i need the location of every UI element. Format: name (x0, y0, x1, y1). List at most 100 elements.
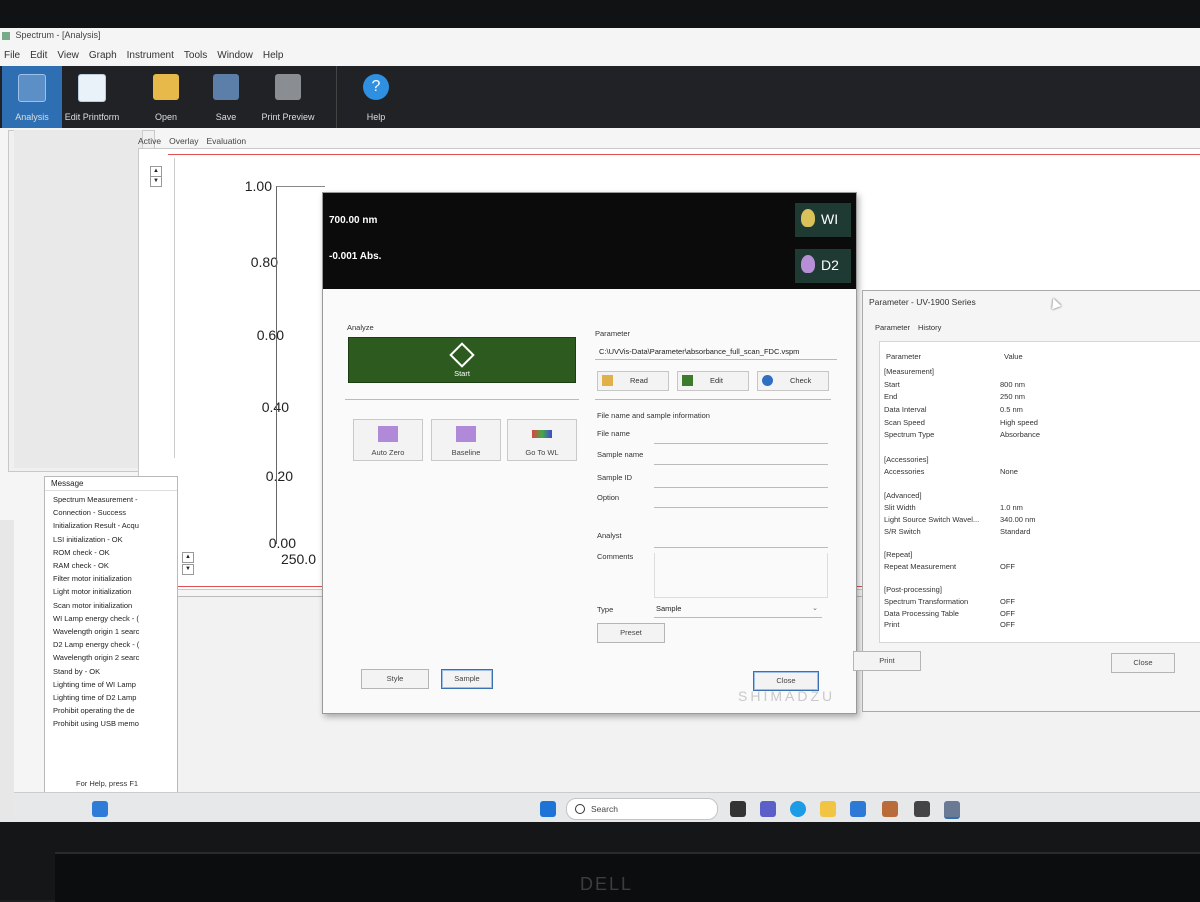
measurement-readout: 700.00 nm -0.001 Abs. WI D2 (323, 193, 856, 289)
print-button[interactable]: Print (853, 651, 921, 671)
analyst-field[interactable] (654, 531, 828, 548)
go-to-wl-button[interactable]: Go To WL (507, 419, 577, 461)
file-name-field[interactable] (654, 427, 828, 444)
printer-icon (275, 74, 301, 100)
app-icon[interactable] (882, 801, 898, 817)
row-key: S/R Switch (884, 527, 921, 536)
divider (345, 399, 579, 400)
x-scroll-down-button[interactable]: ▼ (182, 564, 194, 575)
d2-lamp-indicator[interactable]: D2 (795, 249, 851, 283)
row-value: 0.5 nm (1000, 405, 1023, 414)
parameter-close-button[interactable]: Close (1111, 653, 1175, 673)
edge-icon[interactable] (790, 801, 806, 817)
check-button[interactable]: Check (757, 371, 829, 391)
auto-zero-label: Auto Zero (371, 448, 405, 457)
analyze-section-label: Analyze (347, 323, 374, 332)
row-value: OFF (1000, 620, 1015, 629)
scroll-down-button[interactable]: ▼ (150, 176, 162, 187)
file-explorer-icon[interactable] (820, 801, 836, 817)
message-item: Spectrum Measurement - (53, 495, 138, 504)
parameter-path: C:\UVVis-Data\Parameter\absorbance_full_… (595, 345, 837, 360)
type-select[interactable]: Sample ⌄ (654, 601, 822, 618)
sample-button[interactable]: Sample (441, 669, 493, 689)
wi-lamp-indicator[interactable]: WI (795, 203, 851, 237)
menu-file[interactable]: File (4, 50, 20, 64)
spectrum-app-icon[interactable] (944, 801, 960, 819)
style-button[interactable]: Style (361, 669, 429, 689)
row-value: OFF (1000, 597, 1015, 606)
start-label: Start (454, 369, 470, 378)
menu-tools[interactable]: Tools (184, 50, 207, 64)
row-key: Accessories (884, 467, 925, 476)
taskbar-search[interactable]: Search (566, 798, 718, 820)
open-button[interactable]: Open (138, 66, 194, 128)
parameter-dialog-title: Parameter - UV-1900 Series (869, 297, 976, 307)
x-scroll-up-button[interactable]: ▲ (182, 552, 194, 563)
tab-history[interactable]: History (918, 323, 941, 332)
analysis-button[interactable]: Analysis (2, 66, 62, 128)
toolbar-divider (336, 66, 337, 128)
row-value: Absorbance (1000, 430, 1041, 439)
menu-view[interactable]: View (57, 50, 79, 64)
message-item: Prohibit operating the de (53, 706, 135, 716)
table-row: Spectrum Type Absorbance (880, 430, 1200, 442)
start-button[interactable]: Start (348, 337, 576, 383)
table-row: End 250 nm (880, 392, 1200, 404)
row-value: 1.0 nm (1000, 503, 1023, 512)
comments-field[interactable] (654, 553, 828, 598)
preset-button[interactable]: Preset (597, 623, 665, 643)
edit-button[interactable]: Edit (677, 371, 749, 391)
save-button[interactable]: Save (198, 66, 254, 128)
row-key: Slit Width (884, 503, 916, 512)
tab-active[interactable]: Active (138, 136, 161, 146)
spectrum-icon (532, 430, 552, 438)
screen: Spectrum - [Analysis] File Edit View Gra… (0, 28, 1200, 824)
windows-start-icon[interactable] (540, 801, 556, 817)
x-tick-label: 250.0 (280, 551, 316, 567)
row-value: Standard (1000, 527, 1031, 536)
tab-overlay[interactable]: Overlay (169, 136, 198, 146)
message-item: Initialization Result - Acqu (53, 521, 139, 531)
wavelength-value: 700.00 nm (329, 215, 378, 226)
type-select-value: Sample (656, 604, 682, 613)
table-row: S/R Switch Standard (880, 527, 1200, 539)
menu-bar: File Edit View Graph Instrument Tools Wi… (0, 50, 1200, 64)
sample-id-label: Sample ID (597, 473, 633, 482)
edit-printform-button[interactable]: Edit Printform (62, 66, 122, 128)
mail-icon[interactable] (850, 801, 866, 817)
table-row: [Measurement] (880, 367, 1200, 379)
tab-parameter[interactable]: Parameter (875, 323, 910, 332)
parameter-table: Parameter Value [Measurement] Start 800 n… (879, 341, 1200, 643)
snipping-tool-icon[interactable] (914, 801, 930, 817)
task-view-icon[interactable] (730, 801, 746, 817)
d2-lamp-label: D2 (821, 257, 839, 273)
print-preview-button[interactable]: Print Preview (256, 66, 320, 128)
tab-evaluation[interactable]: Evaluation (206, 136, 246, 146)
menu-graph[interactable]: Graph (89, 50, 117, 64)
widgets-icon[interactable] (92, 801, 108, 817)
shimadzu-watermark: SHIMADZU (738, 688, 836, 704)
analysis-icon (18, 74, 46, 102)
sample-id-field[interactable] (654, 471, 828, 488)
read-button[interactable]: Read (597, 371, 669, 391)
analyst-label: Analyst (597, 531, 622, 540)
search-placeholder: Search (591, 804, 618, 814)
auto-zero-button[interactable]: Auto Zero (353, 419, 423, 461)
sample-name-field[interactable] (654, 448, 828, 465)
menu-instrument[interactable]: Instrument (127, 50, 174, 64)
message-list: Spectrum Measurement - Connection - Succ… (45, 491, 177, 731)
menu-help[interactable]: Help (263, 50, 284, 64)
divider (595, 399, 831, 400)
go-to-wl-label: Go To WL (525, 448, 559, 457)
menu-edit[interactable]: Edit (30, 50, 47, 64)
option-field[interactable] (654, 491, 828, 508)
baseline-button[interactable]: Baseline (431, 419, 501, 461)
table-row: [Advanced] (880, 491, 1200, 503)
help-button[interactable]: ? Help (350, 66, 402, 128)
teams-icon[interactable] (760, 801, 776, 817)
chevron-down-icon: ⌄ (812, 605, 818, 612)
edit-printform-label: Edit Printform (64, 112, 120, 122)
message-item: Prohibit using USB memo (53, 719, 139, 729)
message-item: Filter motor initialization (53, 574, 132, 584)
menu-window[interactable]: Window (217, 50, 253, 64)
